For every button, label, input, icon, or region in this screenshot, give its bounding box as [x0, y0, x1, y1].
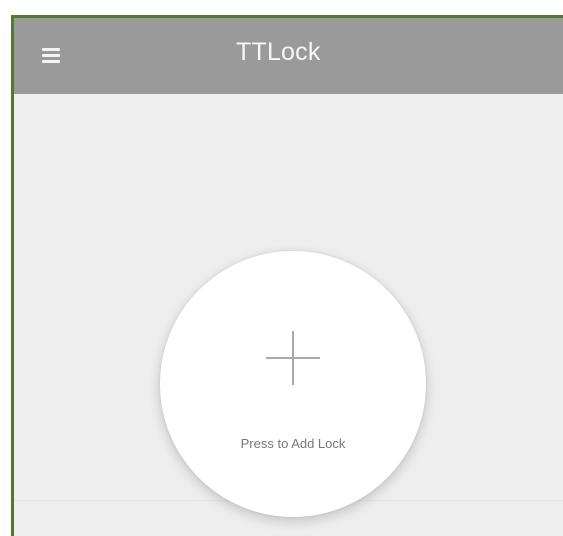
menu-line: [42, 54, 60, 57]
menu-icon[interactable]: [40, 42, 72, 70]
app-window: TTLock Press to Add Lock: [11, 15, 563, 536]
menu-line: [42, 48, 60, 51]
plus-icon: [266, 331, 320, 385]
add-lock-label: Press to Add Lock: [240, 436, 346, 451]
app-bar: TTLock: [14, 18, 563, 94]
app-title: TTLock: [236, 38, 321, 66]
menu-line: [42, 60, 60, 63]
add-lock-button[interactable]: Press to Add Lock: [160, 251, 426, 517]
